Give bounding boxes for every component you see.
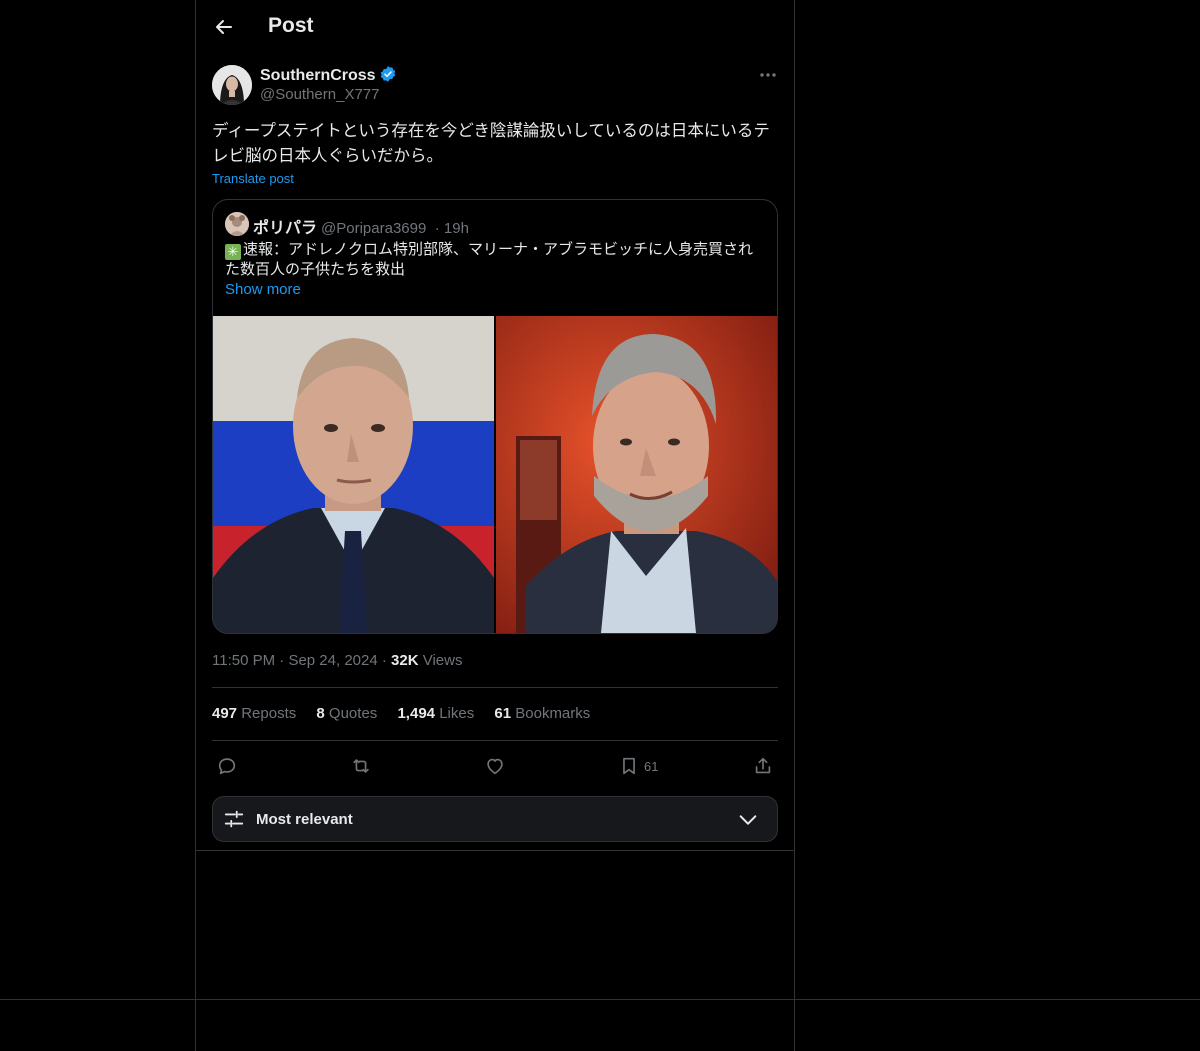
quote-author: ポリパラ @Poripara3699 · 19h [253, 214, 469, 238]
translate-post-link[interactable]: Translate post [212, 171, 294, 186]
main-column: Post SouthernCross @Southern_X777 ディープステ… [195, 0, 795, 1051]
stat-quotes[interactable]: 8 Quotes [316, 705, 377, 722]
sparkle-emoji-icon: ✳ [225, 244, 241, 260]
chevron-down-icon [739, 815, 757, 825]
quote-author-name: ポリパラ [253, 220, 318, 237]
post-date[interactable]: Sep 24, 2024 [288, 652, 377, 669]
more-options-button[interactable] [756, 64, 780, 86]
author-avatar[interactable] [212, 65, 252, 105]
share-button[interactable] [752, 752, 774, 780]
show-more-link[interactable]: Show more [225, 281, 301, 298]
share-icon [755, 757, 771, 774]
stat-likes[interactable]: 1,494 Likes [397, 705, 474, 722]
post-text: ディープステイトという存在を今どき陰謀論扱いしているのは日本にいるテレビ脳の日本… [212, 122, 770, 165]
sort-label: Most relevant [256, 811, 353, 828]
page-title: Post [268, 14, 314, 37]
quote-text-block: ✳ 速報：アドレノクロム特別部隊、マリーナ・アブラモビッチに人身売買された数百人の… [225, 240, 765, 280]
bookmark-icon [623, 757, 635, 775]
back-button[interactable] [210, 13, 238, 41]
more-dots-icon [760, 73, 776, 77]
section-divider [196, 850, 794, 851]
stats-divider [212, 740, 778, 741]
verified-badge-icon [380, 66, 395, 82]
quote-media [213, 316, 777, 633]
post-stats: 497 Reposts 8 Quotes 1,494 Likes 61 Book… [212, 705, 606, 722]
reply-icon [218, 758, 236, 775]
sliders-icon [224, 810, 244, 828]
author-name-text: SouthernCross [260, 67, 376, 84]
quote-time: · 19h [434, 220, 469, 237]
arrow-left-icon [216, 20, 232, 34]
post-meta: 11:50 PM · Sep 24, 2024 · 32K Views [212, 652, 463, 669]
reply-button[interactable] [216, 752, 238, 780]
sort-replies-dropdown[interactable]: Most relevant [212, 796, 778, 842]
stat-bookmarks[interactable]: 61 Bookmarks [494, 705, 590, 722]
meta-divider [212, 687, 778, 688]
author-handle[interactable]: @Southern_X777 [260, 86, 379, 103]
like-button[interactable] [484, 752, 506, 780]
quote-image-right[interactable] [496, 316, 777, 633]
action-bar: 61 [212, 752, 778, 780]
quote-author-handle: @Poripara3699 [321, 220, 427, 237]
bookmark-count: 61 [644, 758, 659, 774]
stat-reposts[interactable]: 497 Reposts [212, 705, 296, 722]
post-time[interactable]: 11:50 PM [212, 652, 275, 669]
heart-icon [487, 758, 503, 775]
views-count: 32K [391, 652, 419, 669]
page-header: Post [196, 0, 794, 54]
repost-button[interactable] [350, 752, 372, 780]
quoted-post[interactable]: ポリパラ @Poripara3699 · 19h ✳ 速報：アドレノクロム特別部隊、… [212, 199, 778, 634]
author-name[interactable]: SouthernCross [260, 65, 397, 85]
repost-icon [353, 759, 369, 773]
quote-text: 速報：アドレノクロム特別部隊、マリーナ・アブラモビッチに人身売買された数百人の子… [225, 241, 754, 278]
views-label: Views [422, 652, 463, 669]
quote-image-left[interactable] [213, 316, 494, 633]
bookmark-button[interactable]: 61 [618, 752, 658, 780]
quote-author-avatar [225, 212, 249, 236]
